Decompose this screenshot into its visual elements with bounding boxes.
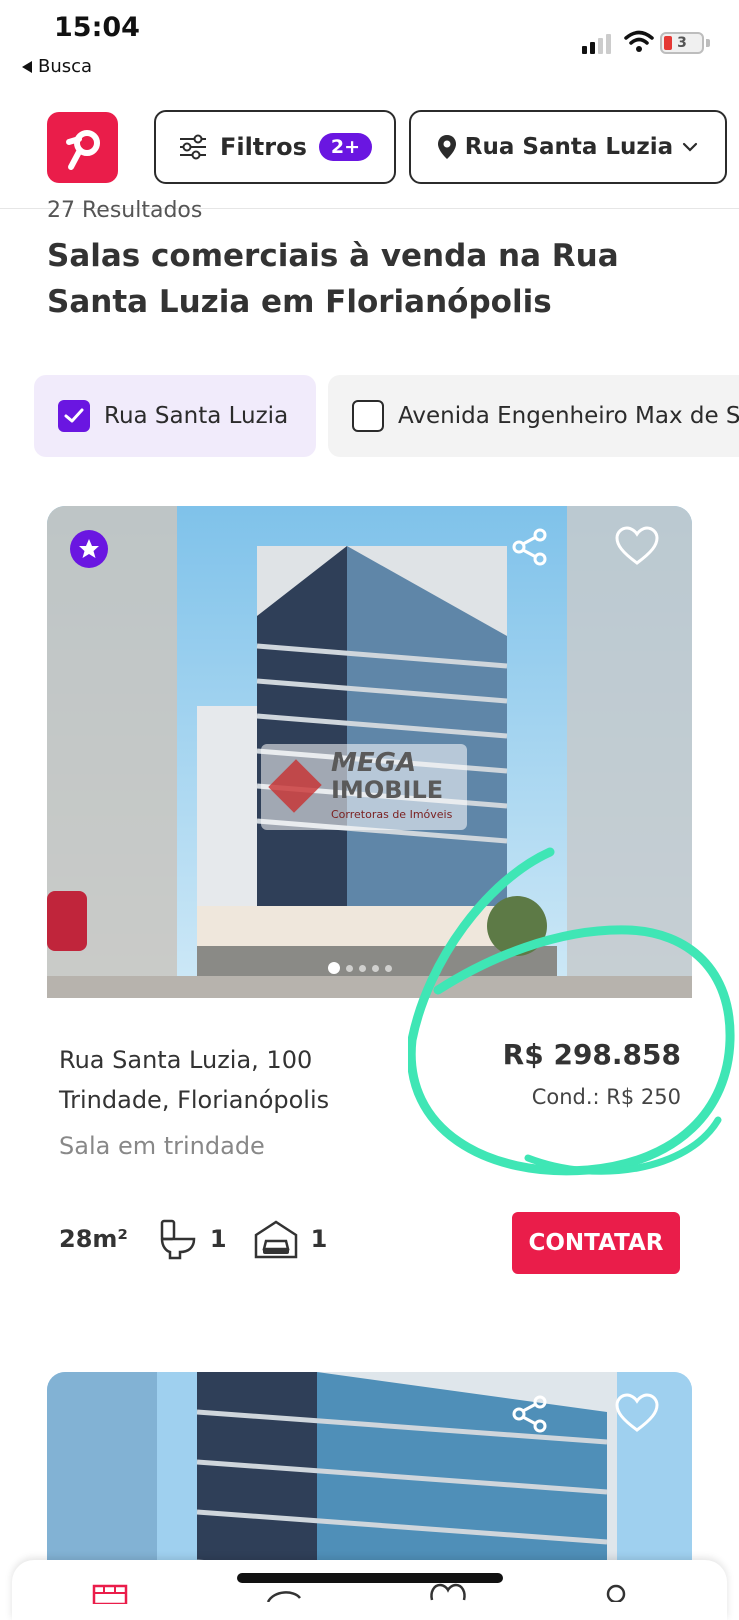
checkbox-unchecked[interactable] — [352, 400, 384, 432]
signal-icon — [582, 34, 611, 54]
wifi-icon — [624, 30, 654, 52]
address-line-2: Trindade, Florianópolis — [59, 1086, 330, 1114]
listing-address: Rua Santa Luzia, 100 Trindade, Florianóp… — [59, 1040, 329, 1120]
listing-price: R$ 298.858 — [502, 1038, 681, 1071]
sliders-icon — [179, 134, 206, 160]
back-label: Busca — [38, 56, 93, 77]
checkbox-checked[interactable] — [58, 400, 90, 432]
home-indicator — [237, 1573, 503, 1583]
status-time: 15:04 — [54, 12, 140, 43]
listing-photo[interactable]: MEGA IMOBILE Corretoras de Imóveis — [47, 506, 692, 998]
watermark-text-2: IMOBILE — [331, 776, 444, 804]
chevron-down-icon — [683, 142, 698, 152]
featured-badge — [70, 530, 108, 568]
back-arrow-icon — [22, 60, 32, 73]
grid-icon[interactable] — [92, 1584, 128, 1604]
battery-level-text: 3 — [677, 35, 687, 51]
chip-label: Rua Santa Luzia — [104, 403, 289, 429]
favorites-nav-icon[interactable] — [428, 1582, 468, 1602]
watermark-logo: MEGA IMOBILE Corretoras de Imóveis — [261, 744, 467, 830]
battery-icon: 3 — [660, 32, 704, 54]
profile-nav-icon[interactable] — [604, 1582, 628, 1602]
heart-icon[interactable] — [614, 1392, 660, 1434]
condo-fee: Cond.: R$ 250 — [531, 1085, 681, 1109]
checkmark-icon — [64, 408, 84, 423]
carousel-dots — [328, 962, 392, 974]
results-count: 27 Resultados — [47, 198, 203, 223]
chip-label: Avenida Engenheiro Max de S — [398, 403, 739, 429]
share-icon[interactable] — [510, 1394, 550, 1434]
garage-car-icon — [254, 1220, 297, 1259]
share-icon[interactable] — [510, 527, 550, 567]
listing-description: Sala em trindade — [59, 1132, 265, 1160]
street-chip-unselected[interactable]: Avenida Engenheiro Max de S — [328, 375, 739, 457]
filters-button[interactable]: Filtros 2+ — [154, 110, 396, 184]
location-label: Rua Santa Luzia — [464, 134, 674, 160]
battery-cap — [706, 39, 710, 47]
app-logo[interactable] — [47, 112, 118, 183]
listing-specs: 28m² 1 1 — [59, 1218, 341, 1260]
address-line-1: Rua Santa Luzia, 100 — [59, 1046, 313, 1074]
area-value: 28m² — [59, 1225, 128, 1253]
location-pin-icon — [437, 135, 456, 159]
watermark-text-1: MEGA — [331, 748, 417, 778]
bottom-navigation — [12, 1560, 727, 1620]
filters-count-badge: 2+ — [318, 133, 373, 161]
page-title: Salas comerciais à venda na Rua Santa Lu… — [47, 238, 619, 320]
parking-value: 1 — [310, 1225, 328, 1253]
toilet-icon — [160, 1219, 196, 1260]
street-chip-selected[interactable]: Rua Santa Luzia — [34, 375, 316, 457]
heart-icon[interactable] — [614, 525, 660, 567]
key-logo-icon — [66, 130, 100, 170]
star-icon — [79, 539, 99, 558]
back-to-search-link[interactable]: Busca — [22, 56, 92, 77]
watermark-text-3: Corretoras de Imóveis — [331, 808, 453, 821]
location-selector[interactable]: Rua Santa Luzia — [409, 110, 727, 184]
filters-label: Filtros — [219, 133, 307, 161]
bathrooms-value: 1 — [209, 1225, 227, 1253]
contact-button[interactable]: CONTATAR — [512, 1212, 680, 1274]
watermark-cube-icon — [268, 759, 322, 813]
